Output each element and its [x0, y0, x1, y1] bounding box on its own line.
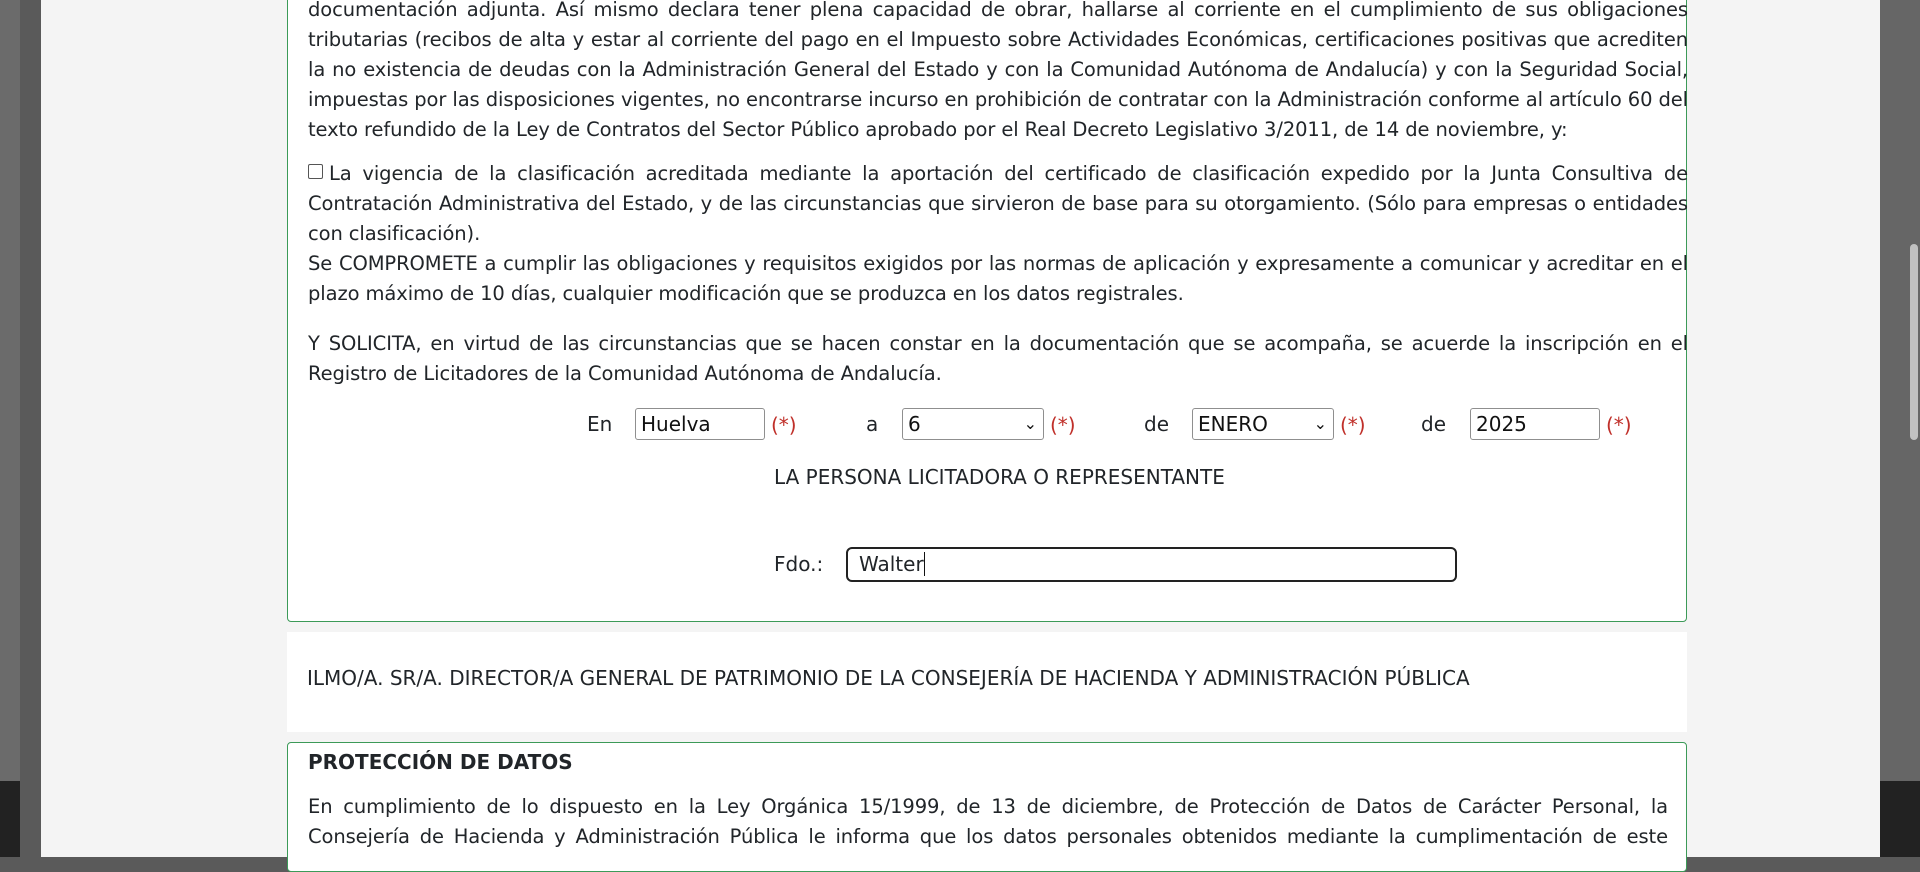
compromete-paragraph: Se COMPROMETE a cumplir las obligaciones…: [308, 252, 1688, 305]
de-label-month: de: [1144, 412, 1169, 436]
signature-input-value: Walter: [859, 552, 924, 576]
month-required-marker: (*): [1340, 413, 1366, 437]
month-select[interactable]: ENERO ⌄: [1192, 408, 1334, 440]
data-protection-card: PROTECCIÓN DE DATOS En cumplimiento de l…: [287, 742, 1687, 872]
left-backdrop: [0, 0, 20, 857]
classification-checkbox-label: La vigencia de la clasificación acredita…: [308, 162, 1688, 245]
en-label: En: [587, 412, 613, 436]
city-input[interactable]: Huelva: [635, 408, 765, 440]
classification-checkbox[interactable]: [308, 164, 323, 179]
data-protection-text: En cumplimiento de lo dispuesto en la Le…: [308, 795, 1668, 848]
signer-title: LA PERSONA LICITADORA O REPRESENTANTE: [774, 465, 1225, 489]
day-select[interactable]: 6 ⌄: [902, 408, 1044, 440]
addressee-card: ILMO/A. SR/A. DIRECTOR/A GENERAL DE PATR…: [287, 632, 1687, 732]
classification-checkbox-row: La vigencia de la clasificación acredita…: [308, 159, 1688, 249]
text-cursor: [923, 552, 925, 576]
left-backdrop-bottom: [0, 781, 20, 857]
year-required-marker: (*): [1606, 413, 1632, 437]
de-label-year: de: [1421, 412, 1446, 436]
chevron-down-icon: ⌄: [1023, 414, 1037, 433]
day-select-value: 6: [908, 412, 921, 436]
scrollbar-thumb[interactable]: [1910, 244, 1918, 440]
city-required-marker: (*): [771, 413, 797, 437]
day-required-marker: (*): [1050, 413, 1076, 437]
signature-input[interactable]: Walter: [846, 547, 1457, 582]
a-label: a: [866, 412, 879, 436]
declaration-card: documentación adjunta. Así mismo declara…: [287, 0, 1688, 622]
signature-label: Fdo.:: [774, 552, 824, 576]
month-select-value: ENERO: [1198, 412, 1268, 436]
solicita-paragraph: Y SOLICITA, en virtud de las circunstanc…: [308, 332, 1688, 385]
addressee-text: ILMO/A. SR/A. DIRECTOR/A GENERAL DE PATR…: [307, 666, 1470, 690]
page-background: documentación adjunta. Así mismo declara…: [41, 0, 1880, 872]
year-input[interactable]: 2025: [1470, 408, 1600, 440]
declaration-paragraph: documentación adjunta. Así mismo declara…: [308, 0, 1688, 141]
data-protection-title: PROTECCIÓN DE DATOS: [308, 750, 573, 774]
right-backdrop-bottom: [1880, 781, 1920, 857]
chevron-down-icon: ⌄: [1313, 414, 1327, 433]
